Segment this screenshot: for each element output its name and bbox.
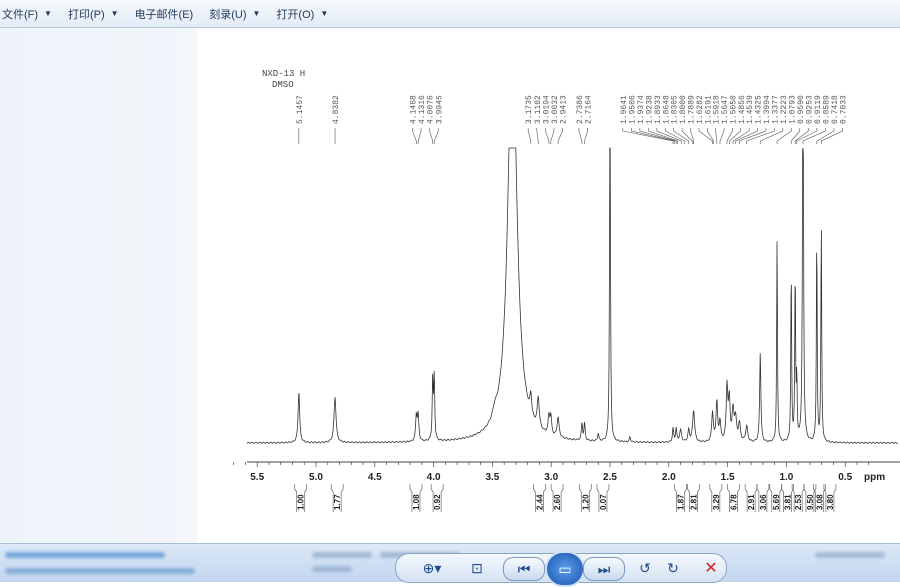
zoom-icon: ⊕▾ bbox=[422, 559, 442, 576]
x-tick-label: 1.0 bbox=[779, 472, 793, 483]
integral-value: 3.80 bbox=[826, 494, 835, 510]
integral-value: 0.07 bbox=[599, 494, 608, 510]
peak-label-line bbox=[820, 128, 843, 144]
rotate-cw-icon: ↻ bbox=[667, 559, 679, 576]
peak-label-line bbox=[545, 128, 550, 144]
peak-label: 0.7033 bbox=[840, 95, 849, 124]
peak-label-line bbox=[639, 128, 677, 144]
previous-icon: ⏮ bbox=[517, 560, 531, 577]
peak-label-line bbox=[429, 128, 434, 144]
x-tick-label: 5.5 bbox=[250, 472, 264, 483]
peak-label: 2.9413 bbox=[560, 95, 569, 124]
next-icon: ⏭ bbox=[597, 560, 611, 577]
x-tick-label: 4.5 bbox=[368, 472, 382, 483]
integral-value: 0.92 bbox=[433, 494, 442, 510]
peak-label: 2.7164 bbox=[585, 95, 594, 124]
peak-label-line bbox=[759, 128, 784, 144]
chart-title: NXD-13 H bbox=[262, 69, 305, 79]
rotate-ccw-button[interactable]: ↺ bbox=[636, 557, 654, 579]
integral-value: 6.78 bbox=[729, 494, 738, 510]
rotate-ccw-icon: ↺ bbox=[639, 559, 651, 576]
peak-label-line bbox=[433, 128, 439, 144]
x-tick-label: 5.0 bbox=[309, 472, 323, 483]
peak-label-line bbox=[527, 128, 532, 144]
x-tick-label: 0.5 bbox=[838, 472, 852, 483]
nmr-spectrum: NXD-13 H DMSO 5.1457 4.8382 4.1468 4.1316 4.… bbox=[233, 69, 900, 512]
x-tick-label: 4.0 bbox=[427, 472, 441, 483]
integral-value: 2.60 bbox=[553, 494, 562, 510]
peak-label-line bbox=[584, 128, 588, 144]
delete-button[interactable]: ✕ bbox=[700, 557, 722, 579]
peak-label-line bbox=[550, 128, 555, 144]
x-tick-label: 2.0 bbox=[662, 472, 676, 483]
integral-value: 1.77 bbox=[333, 494, 342, 510]
peak-label-line bbox=[726, 128, 733, 144]
x-tick-label: 3.0 bbox=[544, 472, 558, 483]
peak-label-line bbox=[664, 128, 685, 144]
integral-value: 3.06 bbox=[759, 494, 768, 510]
spectrum-line bbox=[246, 147, 898, 444]
integral-value: 2.53 bbox=[794, 494, 803, 510]
peak-label-line bbox=[417, 128, 422, 144]
peak-label-line bbox=[715, 128, 718, 144]
integral-value: 2.91 bbox=[747, 494, 756, 510]
x-axis-label: ppm bbox=[864, 472, 885, 483]
integral-value: 3.81 bbox=[784, 494, 793, 510]
integral-value: 1.20 bbox=[581, 494, 590, 510]
integral-value: 9.50 bbox=[806, 494, 815, 510]
peak-label: 3.9945 bbox=[435, 95, 444, 124]
peak-label: 5.1457 bbox=[296, 95, 305, 124]
integral-value: 1.08 bbox=[412, 494, 421, 510]
next-button[interactable]: ⏭ bbox=[583, 557, 625, 581]
x-tick-label: 3.5 bbox=[485, 472, 499, 483]
chart-solvent: DMSO bbox=[272, 80, 294, 90]
previous-button[interactable]: ⏮ bbox=[503, 557, 545, 581]
peak-label-line bbox=[536, 128, 539, 144]
zoom-button[interactable]: ⊕▾ bbox=[418, 557, 446, 579]
peak-label-line bbox=[631, 128, 675, 144]
peak-label: 4.8382 bbox=[332, 95, 341, 124]
slideshow-icon: ▭ bbox=[558, 560, 572, 577]
integral-value: 1.00 bbox=[297, 494, 306, 510]
peak-label-line bbox=[776, 128, 792, 144]
actual-size-button[interactable]: ⊡ bbox=[466, 557, 488, 579]
peak-label-line bbox=[728, 128, 742, 144]
peak-label-line bbox=[412, 128, 417, 144]
integral-value: 3.08 bbox=[815, 494, 824, 510]
peak-label-line bbox=[719, 128, 725, 144]
x-tick-label: 2.5 bbox=[603, 472, 617, 483]
peak-label-line bbox=[557, 128, 563, 144]
integral-value: 2.81 bbox=[689, 494, 698, 510]
peak-label-line bbox=[739, 128, 767, 144]
x-tick-label: 1.5 bbox=[721, 472, 735, 483]
integral-value: 3.29 bbox=[712, 494, 721, 510]
rotate-cw-button[interactable]: ↻ bbox=[664, 557, 682, 579]
integral-value: 5.69 bbox=[772, 494, 781, 510]
peak-label-line bbox=[790, 128, 801, 144]
slideshow-button[interactable]: ▭ bbox=[545, 551, 585, 587]
actual-size-icon: ⊡ bbox=[471, 559, 483, 576]
integral-value: 1.87 bbox=[677, 494, 686, 510]
integral-value: 2.44 bbox=[535, 494, 544, 510]
delete-icon: ✕ bbox=[704, 560, 718, 577]
peak-label-line bbox=[578, 128, 583, 144]
